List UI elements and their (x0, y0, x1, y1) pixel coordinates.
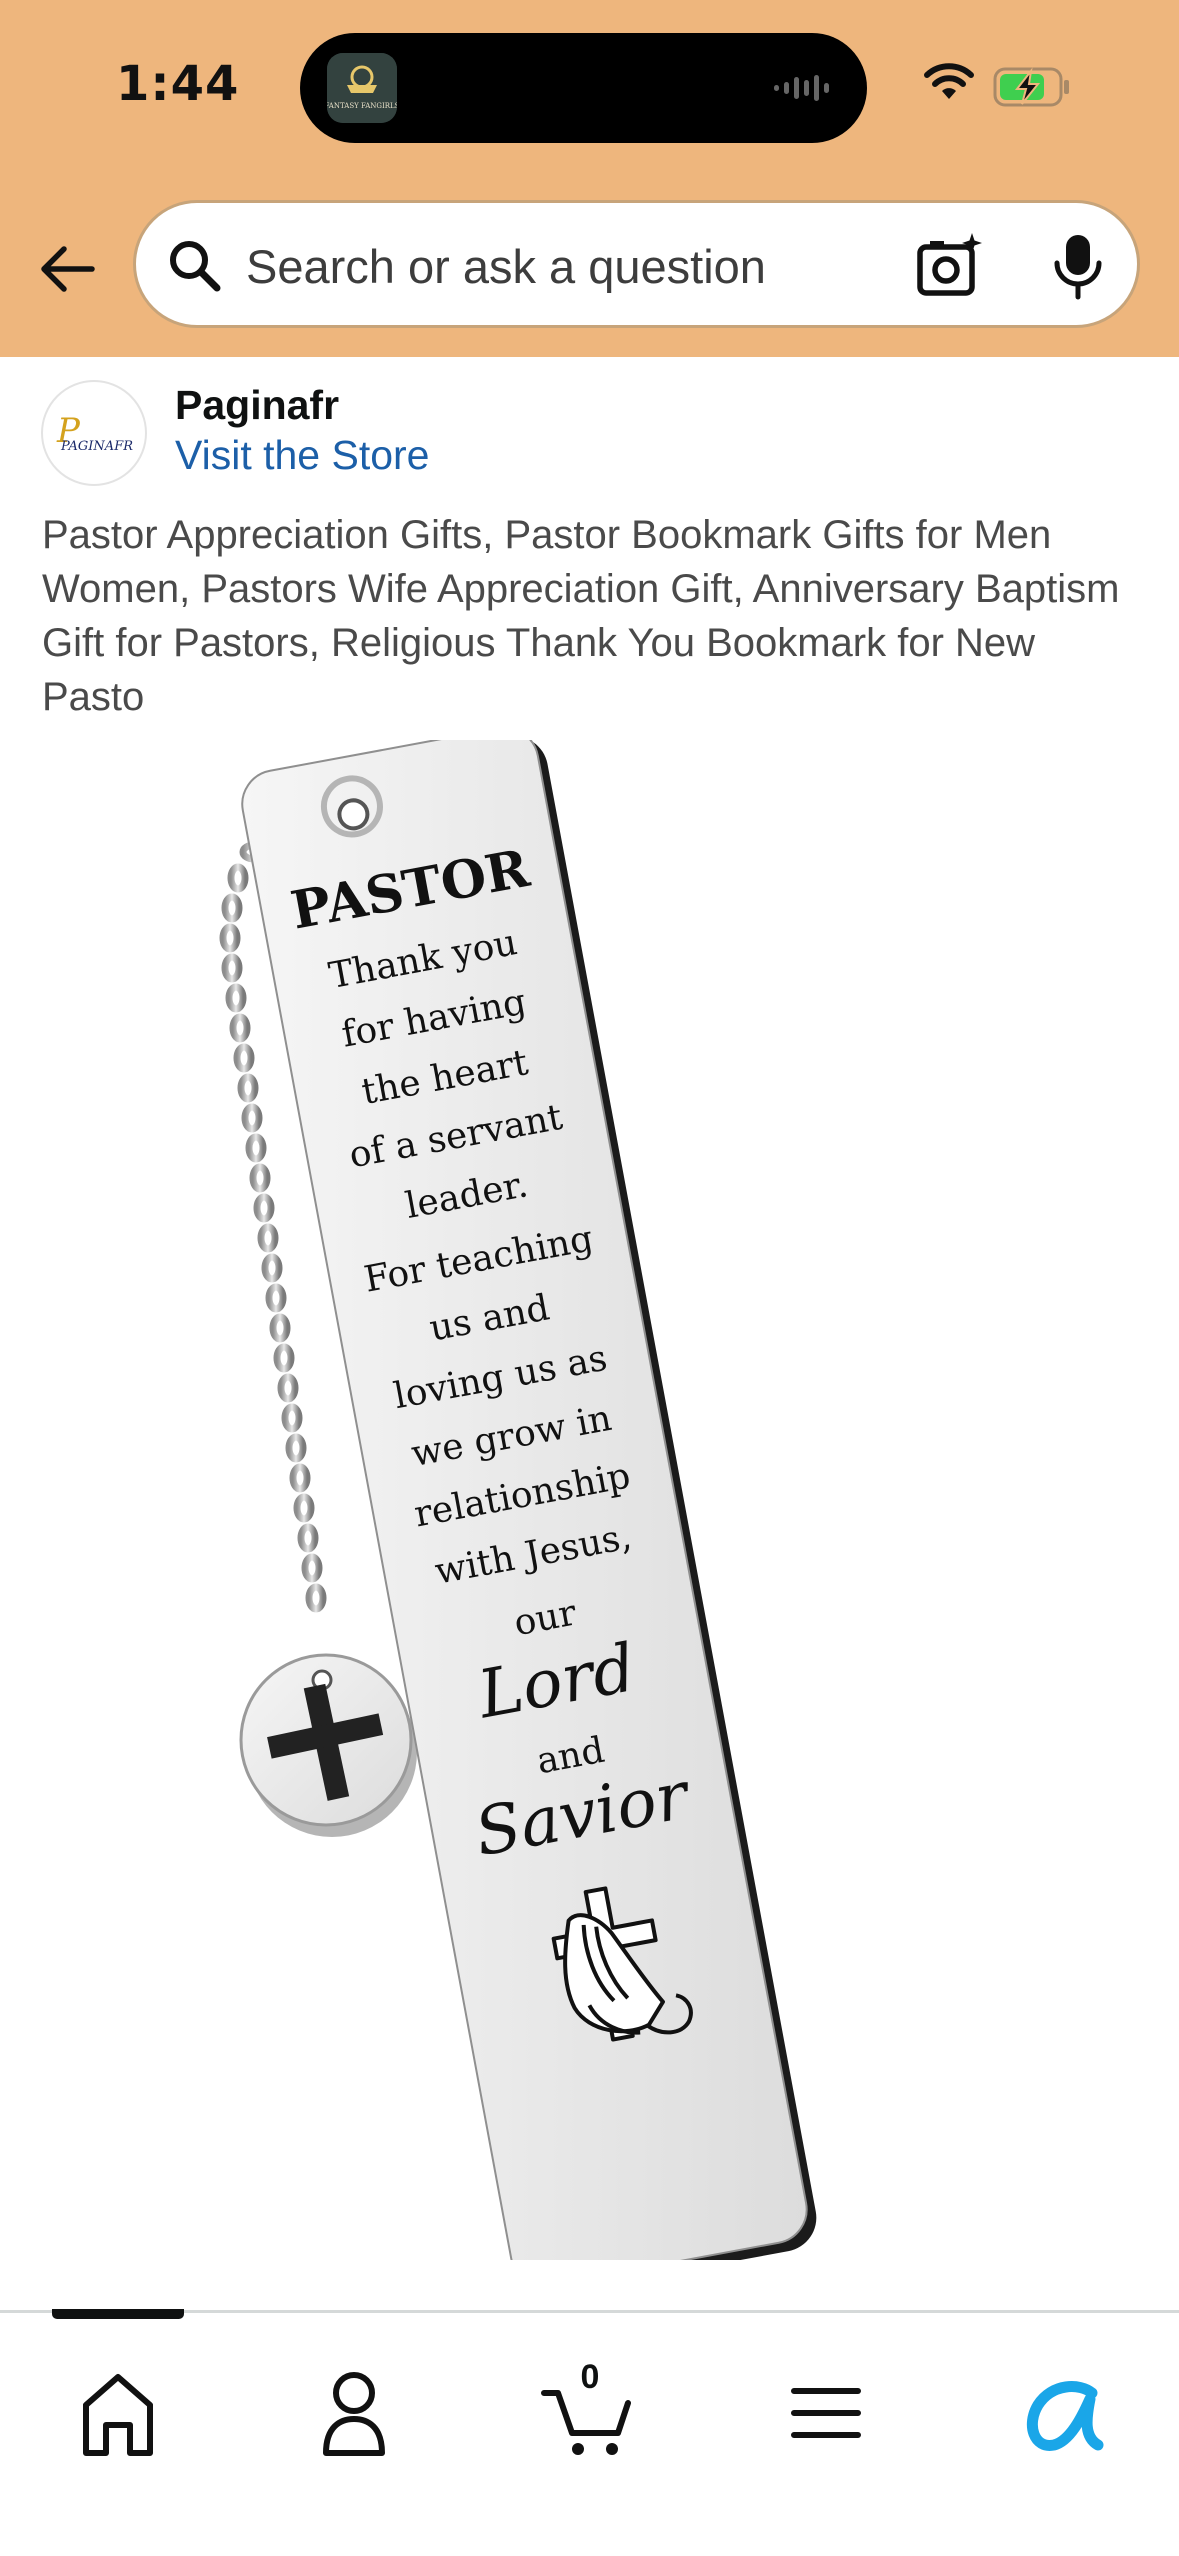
cart-count: 0 (580, 2358, 600, 2396)
store-logo[interactable]: P PAGINAFR (41, 380, 147, 486)
cross-charm (239, 1653, 417, 1837)
product-title: Pastor Appreciation Gifts, Pastor Bookma… (42, 513, 1120, 719)
dynamic-island[interactable]: FANTASY FANGIRLS (300, 33, 867, 143)
account-icon[interactable] (294, 2353, 414, 2463)
app-header: 1:44 FANTASY FANGIRLS (0, 0, 1179, 357)
search-icon (170, 241, 221, 292)
mic-icon[interactable] (1048, 231, 1108, 303)
menu-icon[interactable] (766, 2353, 886, 2463)
bottom-tab-bar: 0 (0, 2309, 1179, 2556)
status-time: 1:44 (116, 56, 240, 112)
rufus-icon[interactable] (1002, 2353, 1122, 2463)
product-image[interactable]: PASTOR Thank you for having the heart of… (150, 740, 1030, 2260)
home-icon[interactable] (58, 2353, 178, 2463)
store-logo-text: PAGINAFR (60, 439, 133, 454)
now-playing-app-icon: FANTASY FANGIRLS (327, 53, 397, 123)
store-name[interactable]: Paginafr (175, 382, 339, 429)
camera-icon[interactable] (914, 231, 984, 301)
visit-store-link[interactable]: Visit the Store (175, 432, 430, 479)
active-tab-indicator (52, 2309, 184, 2319)
island-app-name: FANTASY FANGIRLS (327, 102, 397, 110)
wifi-icon (924, 63, 974, 99)
search-bar[interactable] (133, 200, 1140, 328)
back-arrow-icon[interactable] (36, 238, 98, 300)
cart-tab[interactable]: 0 (530, 2353, 650, 2463)
battery-charging-icon (993, 67, 1069, 107)
audio-wave-icon (774, 75, 829, 101)
search-input[interactable] (246, 231, 906, 301)
